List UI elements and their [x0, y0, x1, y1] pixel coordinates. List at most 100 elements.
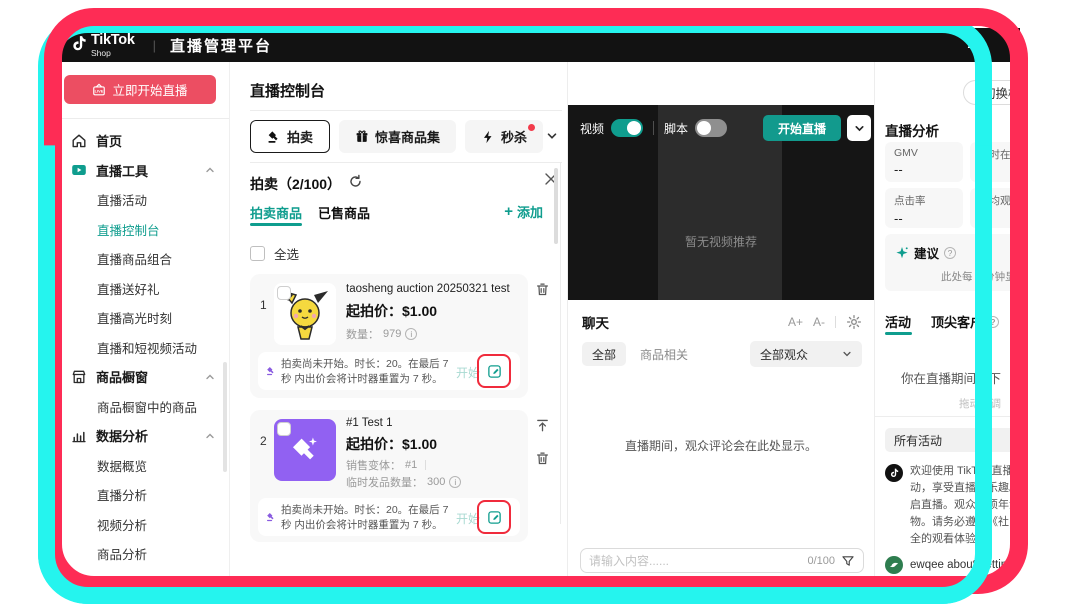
- tab-underline: [250, 223, 302, 226]
- user-chat-message: ewqee about getting the: [910, 559, 1020, 571]
- sidebar-item-label: 数据概览: [97, 456, 147, 475]
- divider: [250, 162, 562, 163]
- filter-all[interactable]: 全部: [582, 342, 626, 366]
- tab-auction-mode[interactable]: 拍卖: [250, 120, 330, 153]
- select-all-label: 全选: [274, 244, 299, 263]
- tab-activity[interactable]: 活动: [885, 312, 911, 331]
- sidebar-item-live-console[interactable]: 直播控制台: [57, 215, 229, 245]
- logo-main: TikTok: [91, 33, 135, 48]
- start-auction-button[interactable]: 开始: [456, 364, 480, 381]
- audience-dropdown[interactable]: 全部观众: [750, 341, 862, 367]
- audience-dropdown-value: 全部观众: [760, 346, 808, 363]
- switch-mode-button[interactable]: 切换模式: [963, 80, 1020, 105]
- font-decrease-button[interactable]: A-: [813, 315, 825, 329]
- sidebar-item-label: 商品橱窗中的商品: [97, 397, 197, 416]
- price-value: $1.00: [402, 436, 437, 452]
- tab-flash-sale[interactable]: 秒杀: [465, 120, 543, 153]
- sidebar-item-live-highlights[interactable]: 直播高光时刻: [57, 303, 229, 333]
- sidebar-item-account-health[interactable]: 账号健康: [57, 569, 229, 599]
- chat-filters: 全部 商品相关: [582, 342, 688, 366]
- sidebar-item-live-analytics[interactable]: 直播分析: [57, 480, 229, 510]
- sidebar-item-label: 数据分析: [96, 426, 148, 445]
- divider: [835, 316, 836, 328]
- sidebar-item-home[interactable]: 首页: [57, 126, 229, 156]
- chevron-up-icon: [205, 165, 215, 175]
- delete-item-icon[interactable]: [535, 451, 550, 466]
- video-toggle[interactable]: [611, 119, 643, 137]
- sidebar-item-label: 直播分析: [97, 485, 147, 504]
- tiktok-note-icon: [70, 35, 87, 52]
- qty-value: 979: [383, 328, 401, 340]
- auction-status-text: 拍卖尚未开始。时长：20。在最后 7 秒 内出价会将计时器重置为 7 秒。: [281, 357, 449, 387]
- sidebar-item-label: 直播控制台: [97, 220, 160, 239]
- add-label: 添加: [517, 202, 543, 221]
- select-all[interactable]: 全选: [250, 244, 299, 263]
- tab-auction-products[interactable]: 拍卖商品: [250, 203, 302, 222]
- tab-surprise-product-set[interactable]: 惊喜商品集: [339, 120, 456, 153]
- filter-product-related[interactable]: 商品相关: [640, 346, 688, 363]
- welcome-line: 动，享受直播的乐趣。主播: [910, 480, 1020, 497]
- storefront-icon: [71, 369, 87, 385]
- tab-top-customers[interactable]: 顶尖客户: [931, 312, 999, 331]
- chevron-down-icon: [854, 123, 865, 134]
- question-icon[interactable]: [944, 247, 956, 259]
- sidebar-item-analytics[interactable]: 数据分析: [57, 421, 229, 451]
- info-icon[interactable]: [405, 328, 417, 340]
- edit-auction-button[interactable]: [482, 359, 506, 383]
- tab-sold-products[interactable]: 已售商品: [318, 203, 370, 222]
- send-icon[interactable]: [841, 554, 855, 568]
- edit-auction-button[interactable]: [482, 505, 506, 529]
- info-icon[interactable]: [449, 476, 461, 488]
- script-toggle[interactable]: [695, 119, 727, 137]
- pin-to-top-icon[interactable]: [535, 418, 550, 433]
- select-all-checkbox[interactable]: [250, 246, 265, 261]
- sidebar-item-live-product-sets[interactable]: 直播商品组合: [57, 244, 229, 274]
- sidebar-item-live-events[interactable]: 直播活动: [57, 185, 229, 215]
- auction-panel-title: 拍卖（2/100）: [250, 174, 341, 194]
- start-auction-button[interactable]: 开始: [456, 510, 480, 527]
- sidebar-item-data-overview[interactable]: 数据概览: [57, 451, 229, 481]
- go-live-dropdown[interactable]: [847, 115, 871, 141]
- item-checkbox[interactable]: [277, 286, 291, 300]
- sidebar-item-label: 直播工具: [96, 161, 148, 180]
- question-icon[interactable]: [987, 316, 999, 328]
- chevron-down-icon[interactable]: [546, 130, 558, 142]
- temp-qty-value: 300: [427, 476, 445, 488]
- product-image: [274, 283, 336, 345]
- sidebar-item-live-short-video[interactable]: 直播和短视频活动: [57, 333, 229, 363]
- font-increase-button[interactable]: A+: [788, 315, 803, 329]
- plus-icon: [504, 203, 513, 220]
- start-live-now-button[interactable]: LIVE 立即开始直播: [64, 75, 216, 104]
- sidebar: LIVE 立即开始直播 首页 直播工具 直播活动 直播控制台 直播商品组合 直播…: [57, 62, 230, 602]
- user-avatar: [885, 556, 903, 574]
- variant-label: 销售变体：: [346, 457, 401, 473]
- chat-input[interactable]: 请输入内容...... 0/100: [580, 548, 864, 573]
- chat-empty-text: 直播期间，观众评论会在此处显示。: [568, 437, 874, 454]
- sidebar-item-live-gifting[interactable]: 直播送好礼: [57, 274, 229, 304]
- go-live-button[interactable]: 开始直播: [763, 115, 841, 141]
- bell-icon[interactable]: [966, 37, 982, 53]
- metric-label: GMV: [894, 147, 954, 159]
- price-value: $1.00: [402, 303, 437, 319]
- chevron-up-icon: [205, 372, 215, 382]
- sidebar-item-live-tools[interactable]: 直播工具: [57, 156, 229, 186]
- sparkle-icon: [895, 246, 909, 260]
- item-checkbox[interactable]: [277, 422, 291, 436]
- mini-gavel-icon: [266, 366, 276, 376]
- tab-underline: [885, 332, 912, 335]
- sidebar-scrollbar[interactable]: [223, 362, 227, 472]
- chat-title: 聊天: [582, 312, 609, 332]
- tiktok-note-icon: [889, 468, 899, 478]
- panel-scrollbar[interactable]: [554, 168, 558, 244]
- auction-status-text: 拍卖尚未开始。时长：20。在最后 7 秒 内出价会将计时器重置为 7 秒。: [281, 503, 449, 533]
- gear-icon[interactable]: [846, 314, 862, 330]
- refresh-icon[interactable]: [348, 174, 363, 189]
- add-product-button[interactable]: 添加: [504, 202, 543, 221]
- sidebar-item-showcase[interactable]: 商品橱窗: [57, 362, 229, 392]
- delete-item-icon[interactable]: [535, 282, 550, 297]
- sidebar-item-showcase-products[interactable]: 商品橱窗中的商品: [57, 392, 229, 422]
- activity-filter-dropdown[interactable]: 所有活动: [885, 428, 1020, 452]
- chevron-down-icon: [1016, 435, 1020, 445]
- sidebar-item-video-analytics[interactable]: 视频分析: [57, 510, 229, 540]
- sidebar-item-product-analytics[interactable]: 商品分析: [57, 539, 229, 569]
